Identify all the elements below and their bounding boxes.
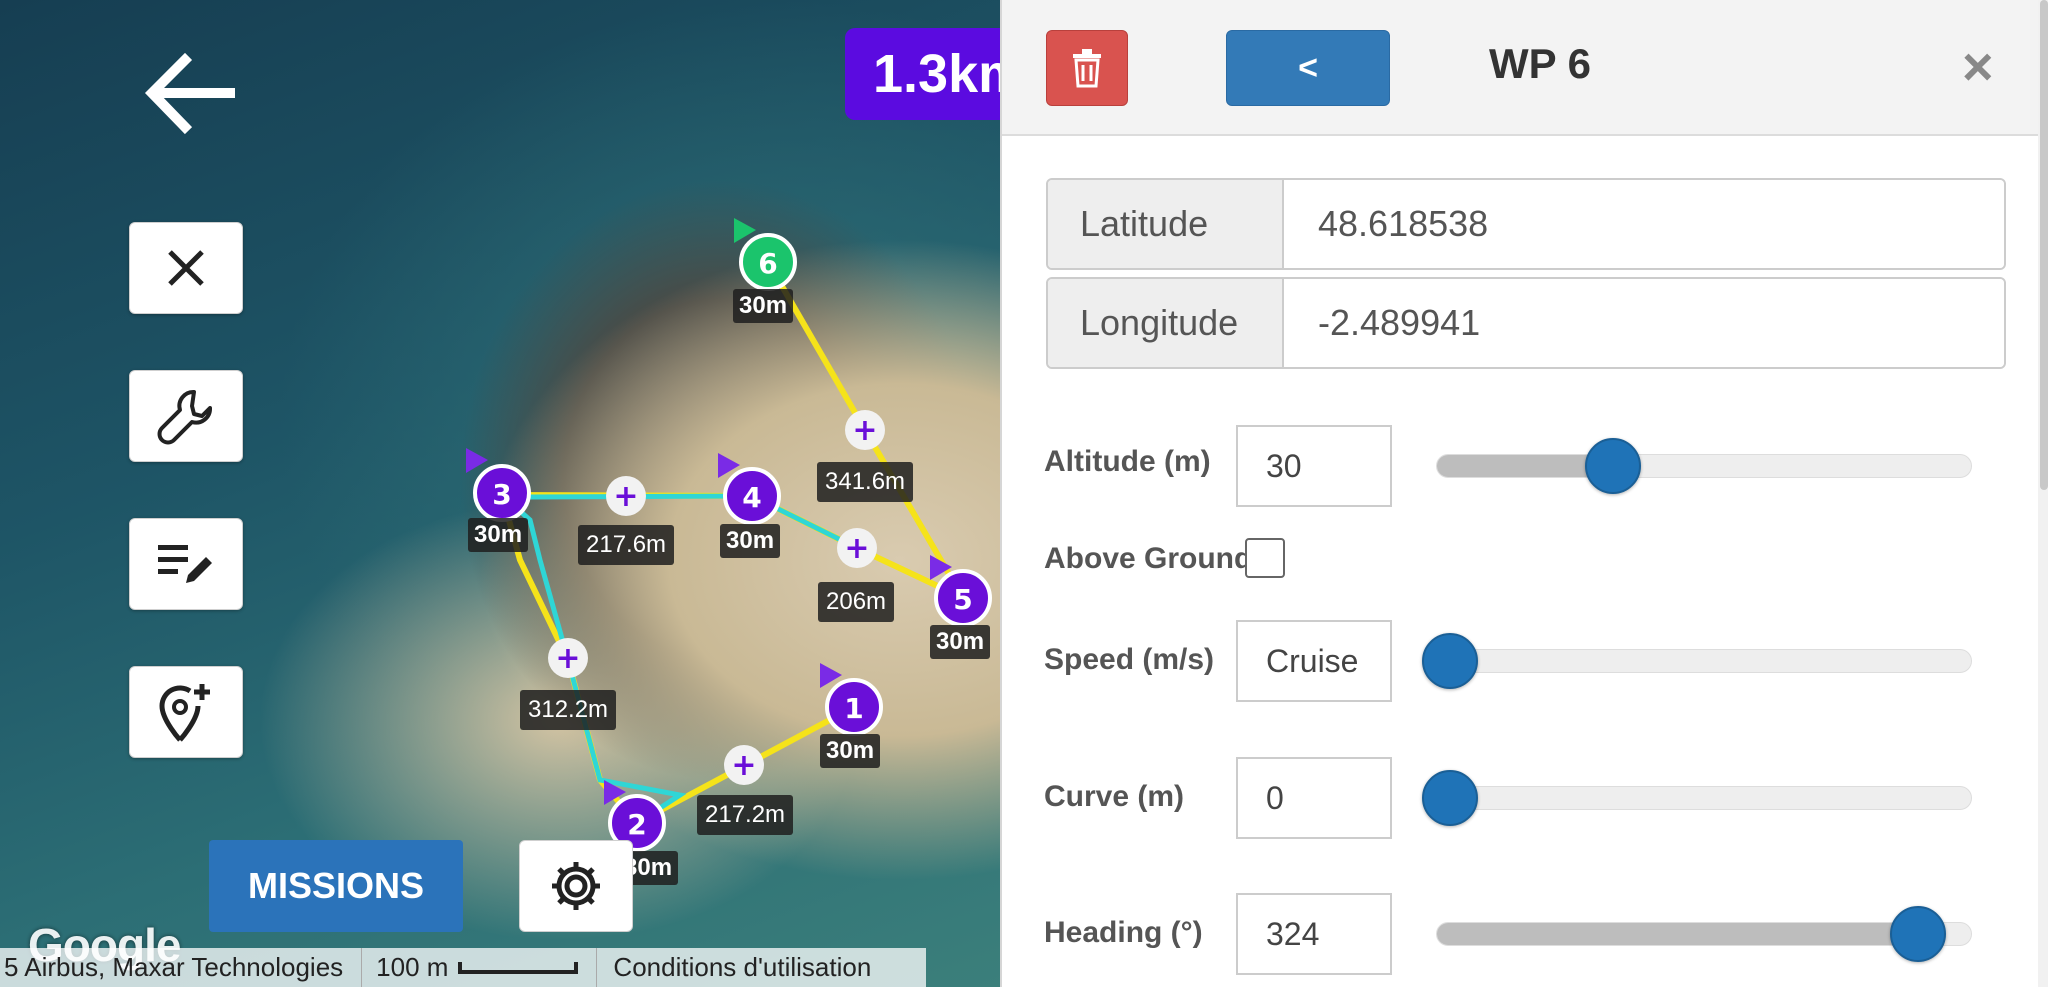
waypoint-marker-3[interactable]: 3: [466, 448, 531, 522]
waypoint-editor-panel: < WP 6 × Latitude Longitude: [1000, 0, 2048, 987]
waypoint-marker-4[interactable]: 4: [718, 453, 781, 525]
segment-distance-label: 312.2m: [520, 690, 617, 730]
speed-input[interactable]: [1236, 620, 1392, 702]
clear-mission-button[interactable]: [129, 222, 243, 314]
add-location-icon: [159, 684, 210, 742]
svg-text:5: 5: [953, 583, 972, 616]
waypoint-marker-6-selected[interactable]: 6: [734, 218, 797, 291]
close-panel-button[interactable]: ×: [1962, 40, 1994, 94]
svg-text:+: +: [844, 531, 869, 566]
svg-text:2: 2: [627, 808, 646, 841]
svg-text:+: +: [731, 748, 756, 783]
speed-slider[interactable]: [1436, 649, 1972, 673]
gear-icon: [552, 862, 600, 910]
map-attribution-bar: 5 Airbus, Maxar Technologies 100 m Condi…: [0, 948, 926, 987]
svg-text:+: +: [613, 479, 638, 514]
above-ground-checkbox[interactable]: [1245, 538, 1285, 578]
speed-slider-thumb[interactable]: [1422, 633, 1478, 689]
missions-button[interactable]: MISSIONS: [209, 840, 463, 932]
add-midpoint-icon[interactable]: +: [606, 476, 646, 516]
curve-input[interactable]: [1236, 757, 1392, 839]
waypoint-altitude-label: 30m: [720, 524, 781, 558]
waypoint-altitude-label: 30m: [733, 289, 794, 323]
segment-distance-label: 341.6m: [817, 462, 914, 502]
svg-text:1: 1: [844, 692, 863, 725]
satellite-map[interactable]: + + + + + 1 2 3 4 5 6 30m 30m 30m 30m 30…: [0, 0, 1000, 987]
scale-label: 100 m: [376, 952, 449, 982]
add-midpoint-icon[interactable]: +: [845, 410, 885, 450]
trash-icon: [1073, 49, 1101, 88]
edit-list-button[interactable]: [129, 518, 243, 610]
edit-list-icon: [158, 545, 212, 583]
altitude-label: Altitude (m): [1044, 445, 1211, 478]
svg-text:3: 3: [492, 478, 511, 511]
curve-slider[interactable]: [1436, 786, 1972, 810]
heading-slider-thumb[interactable]: [1890, 906, 1947, 962]
longitude-input[interactable]: [1284, 279, 2004, 367]
add-midpoint-icon[interactable]: +: [548, 638, 588, 678]
waypoint-altitude-label: 30m: [820, 734, 881, 768]
scale-bar: [458, 961, 579, 974]
add-midpoint-icon[interactable]: +: [837, 528, 877, 568]
delete-waypoint-button[interactable]: [1046, 30, 1128, 106]
terms-of-use-link[interactable]: Conditions d'utilisation: [597, 952, 881, 983]
waypoint-title: WP 6: [1489, 40, 1591, 87]
add-midpoint-icon[interactable]: +: [724, 745, 764, 785]
waypoint-marker-5[interactable]: 5: [930, 555, 992, 627]
altitude-slider-thumb[interactable]: [1584, 438, 1641, 494]
above-ground-label: Above Ground: [1044, 542, 1253, 575]
altitude-input[interactable]: [1236, 425, 1392, 507]
svg-text:+: +: [555, 641, 580, 676]
total-distance-badge: 1.3km: [845, 28, 1000, 120]
map-scale: 100 m: [362, 952, 596, 983]
imagery-attribution: 5 Airbus, Maxar Technologies: [4, 952, 344, 982]
heading-slider-fill: [1437, 923, 1918, 945]
segment-distance-label: 206m: [818, 582, 895, 622]
scrollbar-thumb[interactable]: [2040, 0, 2048, 490]
svg-text:+: +: [852, 413, 877, 448]
latitude-label: Latitude: [1048, 180, 1284, 268]
segment-distance-label: 217.2m: [697, 795, 794, 835]
longitude-row: Longitude: [1046, 277, 2006, 369]
heading-input[interactable]: [1236, 893, 1392, 975]
svg-text:6: 6: [758, 247, 777, 280]
curve-slider-thumb[interactable]: [1422, 770, 1478, 826]
segment-distance-label: 217.6m: [578, 525, 675, 565]
speed-label: Speed (m/s): [1044, 643, 1215, 676]
close-icon: [168, 250, 204, 286]
waypoint-altitude-label: 30m: [468, 518, 529, 552]
curve-label: Curve (m): [1044, 780, 1185, 813]
wrench-icon: [157, 390, 212, 445]
latitude-input[interactable]: [1284, 180, 2004, 268]
latitude-row: Latitude: [1046, 178, 2006, 270]
waypoint-altitude-label: 30m: [930, 625, 991, 659]
previous-waypoint-button[interactable]: <: [1226, 30, 1390, 106]
back-arrow-icon[interactable]: [140, 45, 240, 145]
tools-button[interactable]: [129, 370, 243, 462]
svg-text:4: 4: [742, 481, 761, 514]
add-waypoint-button[interactable]: [129, 666, 243, 758]
altitude-slider[interactable]: [1436, 454, 1972, 478]
panel-header: < WP 6 ×: [1002, 0, 2048, 136]
heading-label: Heading (°): [1044, 916, 1203, 949]
settings-button[interactable]: [519, 840, 633, 932]
longitude-label: Longitude: [1048, 279, 1284, 367]
